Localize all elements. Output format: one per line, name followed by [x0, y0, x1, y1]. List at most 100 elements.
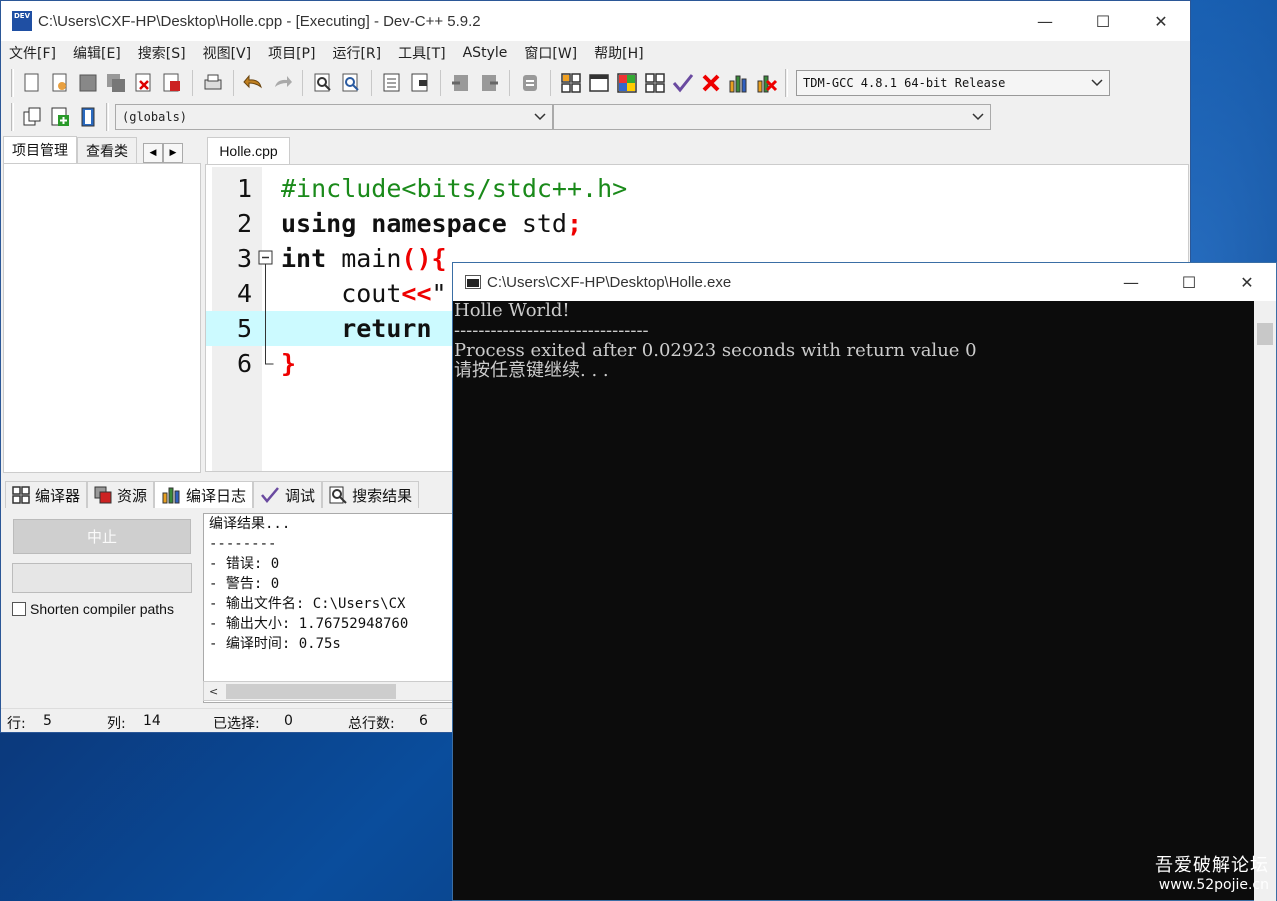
log-line: - 错误: 0 — [209, 556, 280, 572]
tab-resources-label: 资源 — [117, 486, 148, 505]
code-line[interactable]: 2 using namespace std; — [206, 206, 1188, 241]
new-project-icon[interactable] — [20, 105, 44, 129]
save-all-icon[interactable] — [104, 71, 128, 95]
console-line: -------------------------------- — [454, 320, 649, 341]
console-close-button[interactable]: ✕ — [1218, 263, 1276, 301]
line-number: 4 — [236, 279, 252, 308]
code-line[interactable]: 1 #include<bits/stdc++.h> — [206, 171, 1188, 206]
console-minimize-button[interactable]: — — [1102, 263, 1160, 301]
toolbar-grip[interactable] — [785, 69, 788, 97]
menu-edit[interactable]: 编辑[E] — [73, 43, 121, 63]
toolbar-grip[interactable] — [11, 103, 14, 131]
console-line: 请按任意键继续. . . — [454, 360, 609, 381]
tab-compile-log[interactable]: 编译日志 — [154, 481, 254, 508]
profile-icon[interactable] — [727, 71, 751, 95]
tab-class-browser[interactable]: 查看类 — [77, 137, 137, 163]
code-text: cout<<" — [281, 279, 446, 308]
stop-compile-button[interactable]: 中止 — [13, 519, 191, 554]
syntax-check-icon[interactable] — [671, 71, 695, 95]
fold-blank-icon — [257, 171, 275, 206]
unindent-icon[interactable] — [477, 71, 501, 95]
scope-combo[interactable]: (globals) — [115, 104, 553, 130]
tab-search-results[interactable]: 搜索结果 — [322, 481, 420, 508]
rebuild-all-icon[interactable] — [643, 71, 667, 95]
tab-project-manager[interactable]: 项目管理 — [3, 136, 77, 163]
menu-astyle[interactable]: AStyle — [463, 45, 508, 61]
replace-icon[interactable] — [339, 71, 363, 95]
compile-log-output[interactable]: 编译结果... -------- - 错误: 0 - 警告: 0 - 输出文件名… — [203, 513, 463, 703]
function-combo[interactable] — [553, 104, 991, 130]
toolbar-separator — [440, 70, 441, 96]
compile-icon[interactable] — [559, 71, 583, 95]
menu-project[interactable]: 项目[P] — [268, 43, 315, 63]
code-token: (){ — [401, 244, 447, 273]
scrollbar-thumb[interactable] — [1257, 323, 1273, 345]
redo-icon[interactable] — [270, 71, 294, 95]
devcpp-titlebar[interactable]: DEV C:\Users\CXF-HP\Desktop\Holle.cpp - … — [1, 1, 1190, 41]
console-maximize-button[interactable]: ☐ — [1160, 263, 1218, 301]
menu-run[interactable]: 运行[R] — [332, 43, 381, 63]
menu-help[interactable]: 帮助[H] — [594, 43, 643, 63]
scroll-left-icon[interactable]: ◀ — [143, 143, 163, 163]
print-icon[interactable] — [201, 71, 225, 95]
log-line: - 输出文件名: C:\Users\CX — [209, 596, 406, 612]
fold-end-icon — [265, 346, 274, 365]
menu-search[interactable]: 搜索[S] — [138, 43, 186, 63]
toolbar-grip[interactable] — [11, 69, 14, 97]
menu-window[interactable]: 窗口[W] — [524, 43, 577, 63]
remove-from-project-icon[interactable] — [76, 105, 100, 129]
checkmark-icon — [261, 487, 280, 503]
console-title: C:\Users\CXF-HP\Desktop\Holle.exe — [487, 273, 732, 291]
toggle-bookmark-icon[interactable] — [408, 71, 432, 95]
new-file-icon[interactable] — [20, 71, 44, 95]
tab-debug[interactable]: 调试 — [253, 481, 323, 508]
log-line: - 编译时间: 0.75s — [209, 636, 341, 652]
close-button[interactable]: ✕ — [1132, 1, 1190, 41]
menu-file[interactable]: 文件[F] — [9, 43, 56, 63]
tab-compiler[interactable]: 编译器 — [5, 481, 88, 508]
open-file-icon[interactable] — [48, 71, 72, 95]
toolbar-separator — [550, 70, 551, 96]
delete-profile-icon[interactable] — [755, 71, 779, 95]
close-file-icon[interactable] — [132, 71, 156, 95]
run-icon[interactable] — [587, 71, 611, 95]
compiler-select[interactable]: TDM-GCC 4.8.1 64-bit Release — [796, 70, 1110, 96]
console-output[interactable]: Holle World! ---------------------------… — [453, 301, 1255, 901]
add-to-project-icon[interactable] — [48, 105, 72, 129]
resources-icon — [94, 486, 112, 504]
console-titlebar[interactable]: C:\Users\CXF-HP\Desktop\Holle.exe — ☐ ✕ — [453, 263, 1276, 301]
menu-view[interactable]: 视图[V] — [203, 43, 252, 63]
tab-resources[interactable]: 资源 — [87, 481, 155, 508]
bar-chart-icon — [162, 487, 180, 504]
scroll-right-icon[interactable]: ▶ — [163, 143, 183, 163]
minimize-button[interactable]: — — [1016, 1, 1074, 41]
console-app-icon — [465, 275, 481, 289]
close-all-icon[interactable] — [160, 71, 184, 95]
maximize-button[interactable]: ☐ — [1074, 1, 1132, 41]
chevron-down-icon — [534, 113, 546, 121]
scroll-left-arrow-icon[interactable]: < — [209, 685, 218, 698]
stop-execution-icon[interactable] — [699, 71, 723, 95]
editor-tab-holle-cpp[interactable]: Holle.cpp — [207, 137, 290, 164]
shorten-paths-option[interactable]: Shorten compiler paths — [12, 601, 174, 617]
window-title: C:\Users\CXF-HP\Desktop\Holle.cpp - [Exe… — [38, 12, 481, 30]
console-vertical-scrollbar[interactable] — [1254, 301, 1276, 901]
compile-run-icon[interactable] — [615, 71, 639, 95]
goto-line-icon[interactable] — [380, 71, 404, 95]
secondary-toolbar: (globals) — [1, 101, 1190, 133]
save-icon[interactable] — [76, 71, 100, 95]
tab-debug-label: 调试 — [285, 486, 316, 505]
scope-combo-value: (globals) — [122, 110, 188, 124]
menu-tools[interactable]: 工具[T] — [398, 43, 445, 63]
code-token: << — [401, 279, 432, 308]
project-tree-panel[interactable] — [3, 163, 201, 473]
indent-icon[interactable] — [449, 71, 473, 95]
log-horizontal-scrollbar[interactable]: < — [203, 681, 458, 701]
scrollbar-thumb[interactable] — [226, 684, 396, 699]
comment-icon[interactable] — [518, 71, 542, 95]
undo-icon[interactable] — [242, 71, 266, 95]
toolbar-grip[interactable] — [106, 103, 109, 131]
shorten-paths-checkbox[interactable] — [12, 602, 26, 616]
fold-collapse-icon[interactable] — [257, 241, 275, 276]
find-icon[interactable] — [311, 71, 335, 95]
